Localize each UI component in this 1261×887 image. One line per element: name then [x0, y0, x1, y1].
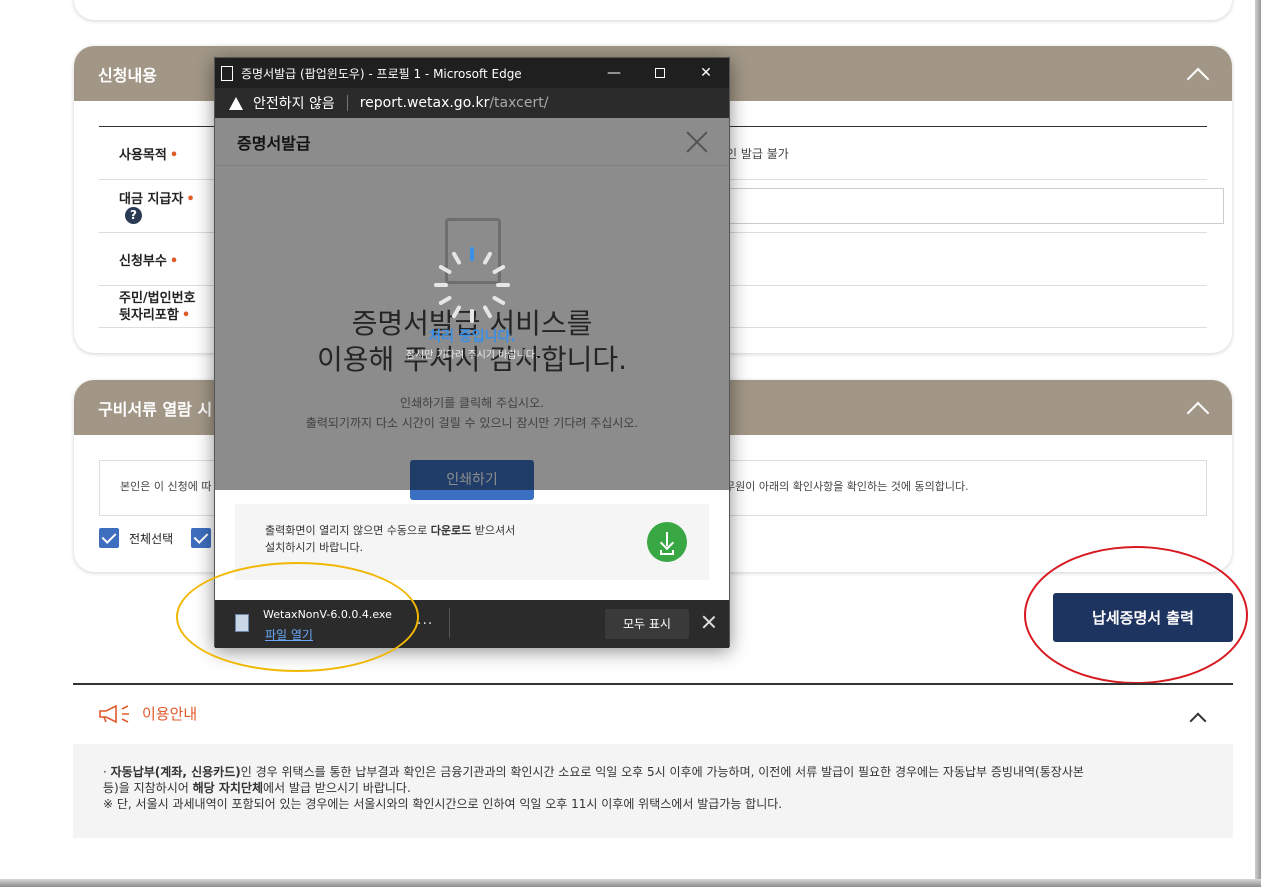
required-dot: •	[169, 147, 179, 163]
loading-message: 처리 중입니다.	[428, 329, 516, 345]
minimize-button[interactable]: —	[591, 58, 637, 88]
consent-text-left: 본인은 이 신청에 따	[120, 480, 212, 493]
consent-text-right: 무원이 아래의 확인사항을 확인하는 것에 동의합니다.	[725, 480, 969, 493]
chevron-up-icon[interactable]	[1188, 65, 1206, 83]
download-hint-line-2: 설치하시기 바랍니다.	[265, 541, 364, 554]
address-separator	[346, 95, 348, 111]
guide-line-2: 등)을 지참하시어 해당 자치단체에서 발급 받으시기 바랍니다.	[103, 781, 411, 795]
guide-divider	[73, 683, 1233, 685]
select-all-checkbox[interactable]	[99, 528, 119, 548]
select-all-label: 전체선택	[129, 531, 174, 546]
guide-header[interactable]: 이용안내	[98, 703, 197, 724]
megaphone-icon	[99, 704, 129, 723]
previous-section-card	[74, 0, 1232, 20]
close-window-button[interactable]: ✕	[683, 58, 729, 88]
page-icon	[221, 65, 233, 81]
chevron-up-icon[interactable]	[1190, 710, 1206, 726]
popup-content: 증명서발급 증명서발급 서비스를 이용해 주셔서 감사합니다. 인쇄하기를 클릭…	[215, 118, 729, 548]
download-hint-line-1: 출력화면이 열리지 않으면 수동으로 다운로드 받으셔서	[265, 524, 516, 537]
guide-line-3: ※ 단, 서울시 과세내역이 포함되어 있는 경우에는 서울시와의 확인시간으로…	[103, 797, 783, 811]
chevron-up-icon[interactable]	[1188, 399, 1206, 417]
help-icon[interactable]: ?	[125, 207, 142, 224]
popup-address-bar[interactable]: 안전하지 않음 report.wetax.go.kr/taxcert/	[215, 88, 729, 118]
popup-titlebar[interactable]: 증명서발급 (팝업윈도우) - 프로필 1 - Microsoft Edge —…	[215, 58, 729, 88]
download-bar-separator	[449, 608, 450, 638]
guide-title: 이용안내	[142, 705, 198, 723]
download-icon[interactable]	[647, 522, 687, 562]
required-dot: •	[181, 307, 191, 323]
row-label-payer: 대금 지급자	[119, 192, 184, 207]
close-icon[interactable]	[701, 614, 717, 630]
loading-spinner-icon	[432, 245, 512, 325]
row-label-purpose: 사용목적	[119, 147, 167, 163]
maximize-button[interactable]	[637, 58, 683, 88]
url-host: report.wetax.go.kr	[359, 95, 490, 111]
window-edge-shadow	[1255, 0, 1261, 887]
window-bottom-shadow	[0, 879, 1261, 887]
apply-section-title: 신청내용	[98, 65, 157, 85]
popup-window: 증명서발급 (팝업윈도우) - 프로필 1 - Microsoft Edge —…	[214, 57, 730, 648]
red-highlight-circle	[1024, 546, 1248, 684]
warning-icon	[229, 96, 243, 110]
loading-submessage: 잠시만 기다려 주시기 바랍니다.	[405, 350, 539, 361]
url-path: /taxcert/	[489, 95, 549, 111]
yellow-highlight-circle	[176, 562, 419, 672]
more-options-icon[interactable]: ...	[417, 612, 433, 628]
security-label: 안전하지 않음	[253, 96, 335, 112]
required-dot: •	[186, 192, 195, 207]
show-all-button[interactable]: 모두 표시	[605, 609, 689, 639]
maximize-icon	[655, 68, 665, 78]
select-all[interactable]: 전체선택	[99, 528, 212, 548]
payer-input[interactable]	[729, 188, 1224, 224]
consent-checkbox[interactable]	[191, 528, 212, 548]
required-dot: •	[169, 253, 179, 269]
popup-window-title: 증명서발급 (팝업윈도우) - 프로필 1 - Microsoft Edge	[241, 66, 522, 81]
guide-content: · 자동납부(계좌, 신용카드)인 경우 위택스를 통한 납부결과 확인은 금융…	[73, 744, 1233, 838]
row-label-copies: 신청부수	[119, 253, 167, 269]
docs-section-title: 구비서류 열람 시	[98, 399, 213, 419]
guide-line-1: · 자동납부(계좌, 신용카드)인 경우 위택스를 통한 납부결과 확인은 금융…	[103, 765, 1084, 779]
purpose-note: 인 발급 불가	[726, 146, 789, 161]
